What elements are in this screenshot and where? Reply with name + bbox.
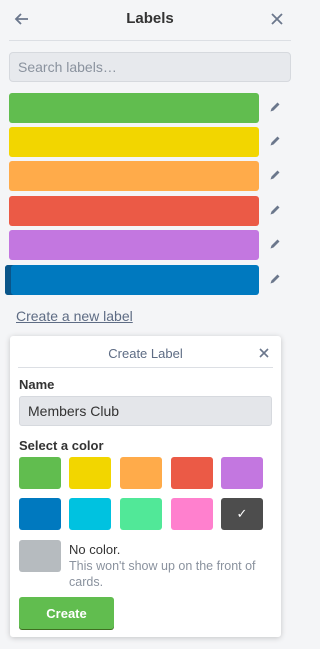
create-new-label-link[interactable]: Create a new label xyxy=(16,308,133,324)
pencil-icon[interactable] xyxy=(269,203,285,219)
checkmark-icon: ✓ xyxy=(236,506,248,521)
label-name-input[interactable] xyxy=(19,396,272,426)
label-blue[interactable] xyxy=(5,265,259,295)
color-swatch-yellow[interactable] xyxy=(69,457,111,489)
pencil-icon[interactable] xyxy=(269,100,285,116)
no-color-swatch[interactable] xyxy=(19,540,61,572)
label-purple[interactable] xyxy=(9,230,259,260)
search-labels-input[interactable] xyxy=(9,52,291,82)
header-divider xyxy=(9,40,291,41)
color-swatch-pink[interactable] xyxy=(171,498,213,530)
pencil-icon[interactable] xyxy=(269,134,285,150)
label-row xyxy=(9,127,291,157)
select-color-label: Select a color xyxy=(19,438,104,453)
no-color-description: This won't show up on the front of cards… xyxy=(69,559,256,589)
no-color-title: No color. xyxy=(69,542,121,557)
color-swatch-red[interactable] xyxy=(171,457,213,489)
name-label: Name xyxy=(19,377,55,392)
pencil-icon[interactable] xyxy=(269,168,285,184)
label-yellow[interactable] xyxy=(9,127,259,157)
pencil-icon[interactable] xyxy=(269,272,285,288)
create-label-popover: Create Label Name Select a color ✓ No co… xyxy=(10,336,281,637)
label-orange[interactable] xyxy=(9,161,259,191)
color-swatch-blue[interactable] xyxy=(19,498,61,530)
popover-divider xyxy=(18,367,273,368)
color-swatch-purple[interactable] xyxy=(221,457,263,489)
popover-title: Create Label xyxy=(108,346,183,361)
label-row xyxy=(5,265,291,295)
label-red[interactable] xyxy=(9,196,259,226)
color-swatch-green[interactable] xyxy=(19,457,61,489)
close-icon[interactable] xyxy=(267,9,287,29)
label-green[interactable] xyxy=(9,93,259,123)
panel-header: Labels xyxy=(0,0,300,40)
panel-title: Labels xyxy=(126,10,174,27)
color-swatch-orange[interactable] xyxy=(120,457,162,489)
color-swatch-black[interactable]: ✓ xyxy=(221,498,263,530)
label-row xyxy=(9,196,291,226)
popover-close-icon[interactable] xyxy=(259,344,269,363)
pencil-icon[interactable] xyxy=(269,237,285,253)
label-row xyxy=(9,161,291,191)
color-swatch-sky[interactable] xyxy=(69,498,111,530)
create-button[interactable]: Create xyxy=(19,597,114,629)
label-row xyxy=(9,93,291,123)
label-row xyxy=(9,230,291,260)
color-swatch-lime[interactable] xyxy=(120,498,162,530)
